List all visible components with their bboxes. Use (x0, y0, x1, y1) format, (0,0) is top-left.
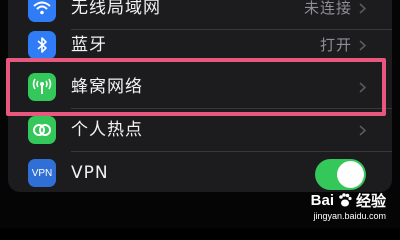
baidu-jingyan-watermark: Bai 经验 jingyan.baidu.com (286, 190, 386, 224)
watermark-brand-right: 经验 (355, 192, 386, 210)
vpn-icon-text: VPN (31, 167, 53, 179)
settings-row-vpn: VPN VPN (8, 152, 392, 195)
settings-screen: 无线局域网 未连接 蓝牙 打开 蜂窝网络 个人热点 VPN VPN Bai 经验… (0, 0, 400, 228)
vpn-label: VPN (71, 163, 109, 183)
watermark-brand-left: Bai (310, 191, 334, 209)
highlight-frame (6, 58, 386, 116)
personal-hotspot-icon (28, 116, 56, 144)
wifi-icon (28, 0, 56, 22)
chevron-right-icon (359, 3, 366, 14)
baidu-paw-icon (339, 193, 352, 207)
watermark-url: jingyan.baidu.com (313, 211, 386, 221)
chevron-right-icon (359, 125, 366, 136)
watermark-brand: Bai 经验 (311, 190, 386, 210)
chevron-right-icon (359, 40, 366, 51)
toggle-knob (337, 161, 364, 188)
vpn-icon: VPN (28, 159, 56, 187)
vpn-toggle[interactable] (315, 159, 366, 190)
bluetooth-icon (28, 31, 56, 59)
